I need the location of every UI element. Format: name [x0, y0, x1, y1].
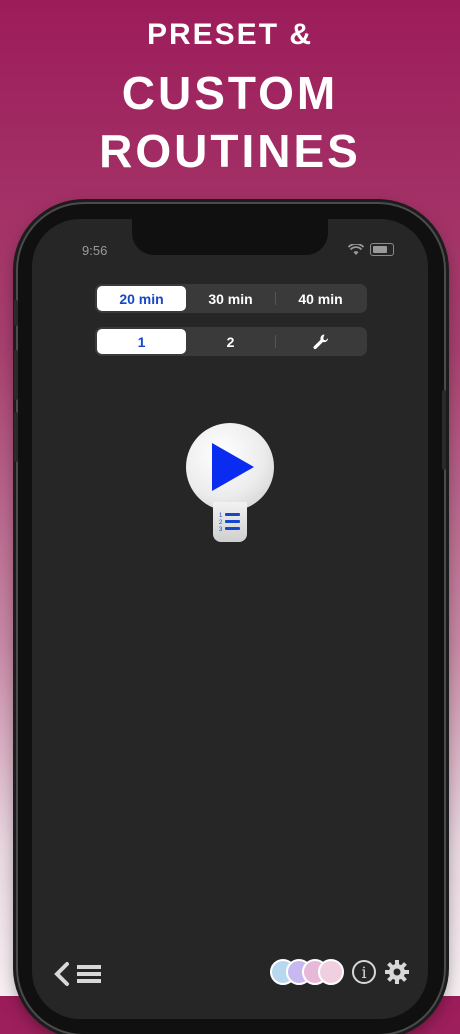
duration-segmented-control: 20 min 30 min 40 min [95, 284, 367, 313]
notch [132, 219, 328, 255]
routine-option-1[interactable]: 1 [97, 329, 186, 354]
volume-up-button [14, 350, 18, 400]
headline-line-2: CUSTOM [121, 67, 339, 119]
back-chevron-icon[interactable] [52, 961, 72, 987]
status-time: 9:56 [82, 243, 108, 258]
bottom-right-controls: i [270, 959, 410, 985]
svg-text:3: 3 [219, 527, 223, 533]
routine-list-button[interactable]: 1 2 3 [213, 502, 247, 542]
duration-option-30[interactable]: 30 min [186, 286, 275, 311]
info-icon[interactable]: i [352, 960, 376, 984]
svg-text:1: 1 [219, 513, 223, 519]
headline-line-3: ROUTINES [99, 125, 361, 177]
gear-icon[interactable] [384, 959, 410, 985]
app-screen: 9:56 20 min 30 min 40 min 1 2 1 2 3 i [32, 219, 428, 1019]
battery-icon [370, 243, 394, 256]
routines-stack-icon[interactable] [270, 959, 344, 985]
headline-line-1: PRESET & [146, 18, 314, 51]
play-button[interactable] [186, 423, 274, 511]
wifi-icon [348, 243, 364, 255]
play-icon [212, 443, 254, 491]
routine-thumb-icon [318, 959, 344, 985]
routine-edit-option[interactable] [276, 329, 365, 354]
bottom-left-controls [52, 961, 102, 987]
wrench-icon [313, 333, 328, 349]
volume-down-button [14, 412, 18, 462]
menu-icon[interactable] [76, 963, 102, 985]
duration-option-20[interactable]: 20 min [97, 286, 186, 311]
svg-text:2: 2 [219, 520, 223, 526]
routine-segmented-control: 1 2 [95, 327, 367, 356]
duration-option-40[interactable]: 40 min [276, 286, 365, 311]
status-icons [348, 243, 394, 256]
power-button [442, 390, 446, 470]
routine-option-2[interactable]: 2 [186, 329, 275, 354]
play-button-wrapper [186, 423, 274, 511]
side-button [14, 300, 18, 326]
numbered-list-icon: 1 2 3 [219, 513, 240, 533]
